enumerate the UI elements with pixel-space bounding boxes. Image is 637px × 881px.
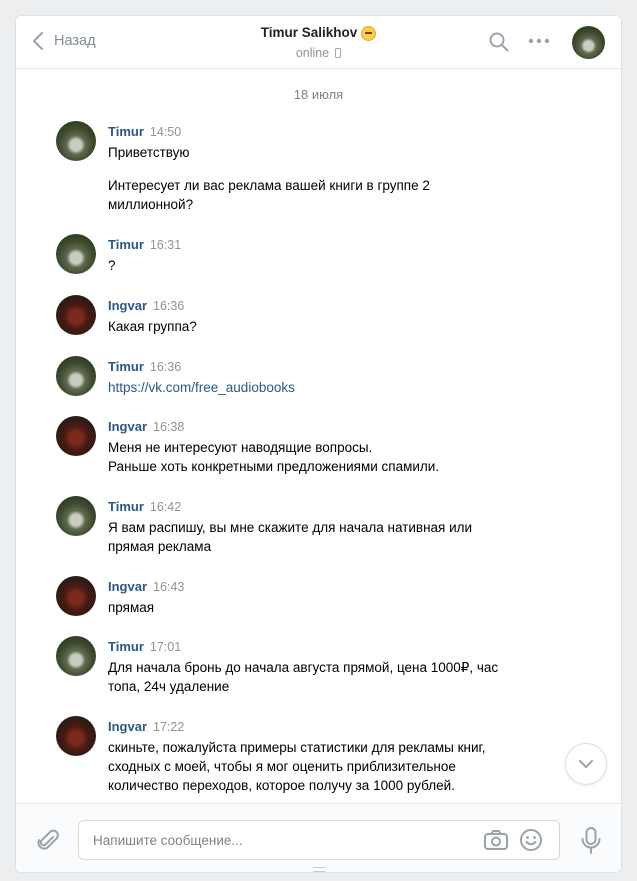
paperclip-icon[interactable] xyxy=(36,828,60,854)
avatar[interactable] xyxy=(56,295,96,335)
message-paragraph: скиньте, пожалуйста примеры статистики д… xyxy=(108,740,486,793)
message-header: Ingvar 16:36 xyxy=(108,298,184,313)
message-text: Меня не интересуют наводящие вопросы. Ра… xyxy=(108,438,548,476)
message-header: Timur 16:42 xyxy=(108,499,181,514)
message-header: Timur 16:36 xyxy=(108,359,181,374)
message-header: Timur 14:50 xyxy=(108,124,181,139)
message-header: Ingvar 16:43 xyxy=(108,579,184,594)
message-time: 16:36 xyxy=(149,360,182,374)
emoji-icon[interactable] xyxy=(519,828,543,852)
message-paragraph: Я вам распишу, вы мне скажите для начала… xyxy=(108,520,473,554)
author-name[interactable]: Timur xyxy=(108,359,144,374)
message-paragraph: Какая группа? xyxy=(108,319,197,334)
author-name[interactable]: Timur xyxy=(108,499,144,514)
author-name[interactable]: Timur xyxy=(108,237,144,252)
author-name[interactable]: Timur xyxy=(108,124,144,139)
peer-name-link[interactable]: Timur Salikhov xyxy=(260,25,377,41)
avatar[interactable] xyxy=(56,121,96,161)
message-paragraph: ? xyxy=(108,258,116,273)
message-paragraph: прямая xyxy=(108,600,155,615)
author-name[interactable]: Ingvar xyxy=(108,719,147,734)
message-time: 16:38 xyxy=(153,420,185,434)
message-text: https://vk.com/free_audiobooks xyxy=(108,378,548,397)
relieved-face-emoji-icon xyxy=(361,26,377,41)
chevron-down-icon xyxy=(579,760,593,768)
peer-name: Timur Salikhov xyxy=(260,25,358,40)
message-text: Какая группа? xyxy=(108,317,548,336)
message-text: Я вам распишу, вы мне скажите для начала… xyxy=(108,518,548,556)
peer-avatar[interactable] xyxy=(572,26,605,59)
chat-window: Назад Timur Salikhov online 18 июля Timu… xyxy=(15,15,622,873)
message-paragraph: Интересует ли вас реклама вашей книги в … xyxy=(108,178,430,212)
message-paragraph: Меня не интересуют наводящие вопросы. Ра… xyxy=(108,440,440,474)
message-composer xyxy=(16,803,621,872)
message-time: 16:43 xyxy=(153,580,185,594)
message-header: Timur 17:01 xyxy=(108,639,181,654)
message-time: 16:31 xyxy=(149,238,182,252)
avatar[interactable] xyxy=(56,416,96,456)
message-time: 16:42 xyxy=(149,500,182,514)
date-separator: 18 июля xyxy=(293,87,344,102)
author-name[interactable]: Ingvar xyxy=(108,298,147,313)
message-text: скиньте, пожалуйста примеры статистики д… xyxy=(108,738,548,795)
more-options-icon[interactable] xyxy=(527,33,551,49)
message-input[interactable] xyxy=(79,821,469,859)
message-time: 14:50 xyxy=(149,125,182,139)
message-header: Ingvar 17:22 xyxy=(108,719,184,734)
author-name[interactable]: Timur xyxy=(108,639,144,654)
avatar[interactable] xyxy=(56,356,96,396)
message-text: прямая xyxy=(108,598,548,617)
scroll-to-bottom-button[interactable] xyxy=(565,743,607,785)
message-link[interactable]: https://vk.com/free_audiobooks xyxy=(108,380,295,395)
message-time: 17:22 xyxy=(153,720,185,734)
message-header: Timur 16:31 xyxy=(108,237,181,252)
message-text: Приветствую Интересует ли вас реклама ва… xyxy=(108,143,548,214)
camera-icon[interactable] xyxy=(483,829,509,851)
message-header: Ingvar 16:38 xyxy=(108,419,184,434)
avatar[interactable] xyxy=(56,234,96,274)
chat-header: Назад Timur Salikhov online xyxy=(16,16,621,69)
message-paragraph: Для начала бронь до начала августа прямо… xyxy=(108,660,499,694)
mobile-phone-icon xyxy=(335,48,342,58)
search-icon[interactable] xyxy=(488,31,510,53)
message-text: ? xyxy=(108,256,548,275)
avatar[interactable] xyxy=(56,716,96,756)
message-paragraph: Приветствую xyxy=(108,145,190,160)
resize-handle[interactable] xyxy=(313,867,325,872)
author-name[interactable]: Ingvar xyxy=(108,419,147,434)
online-status: online xyxy=(295,46,342,60)
message-input-box xyxy=(78,820,560,860)
avatar[interactable] xyxy=(56,576,96,616)
avatar[interactable] xyxy=(56,496,96,536)
author-name[interactable]: Ingvar xyxy=(108,579,147,594)
status-text: online xyxy=(295,46,330,60)
message-time: 17:01 xyxy=(149,640,182,654)
message-text: Для начала бронь до начала августа прямо… xyxy=(108,658,548,696)
message-time: 16:36 xyxy=(153,299,185,313)
microphone-icon[interactable] xyxy=(580,827,602,855)
avatar[interactable] xyxy=(56,636,96,676)
